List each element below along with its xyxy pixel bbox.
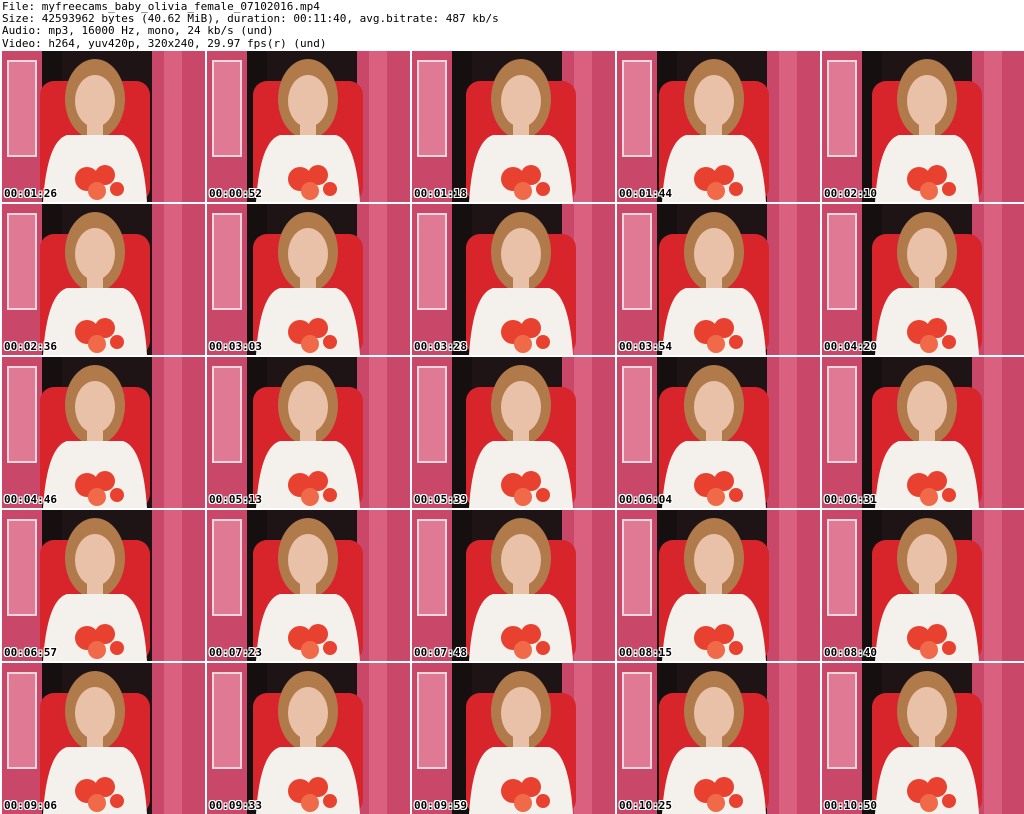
video-thumbnail: 00:04:20 (822, 204, 1024, 355)
timestamp-label: 00:06:31 (824, 493, 877, 506)
video-thumbnail: 00:08:15 (617, 510, 820, 661)
frame-image (412, 663, 615, 814)
frame-image (412, 510, 615, 661)
timestamp-label: 00:10:50 (824, 799, 877, 812)
frame-image (617, 357, 820, 508)
video-thumbnail: 00:01:26 (2, 51, 205, 202)
video-thumbnail: 00:07:23 (207, 510, 410, 661)
frame-image (2, 357, 205, 508)
timestamp-label: 00:07:48 (414, 646, 467, 659)
frame-image (207, 51, 410, 202)
frame-image (2, 204, 205, 355)
frame-image (207, 357, 410, 508)
video-thumbnail: 00:09:59 (412, 663, 615, 814)
frame-image (2, 51, 205, 202)
frame-image (822, 510, 1024, 661)
video-thumbnail: 00:08:40 (822, 510, 1024, 661)
video-thumbnail: 00:04:46 (2, 357, 205, 508)
timestamp-label: 00:04:20 (824, 340, 877, 353)
video-thumbnail: 00:09:06 (2, 663, 205, 814)
video-thumbnail: 00:07:48 (412, 510, 615, 661)
video-thumbnail: 00:06:31 (822, 357, 1024, 508)
video-thumbnail: 00:01:44 (617, 51, 820, 202)
timestamp-label: 00:03:54 (619, 340, 672, 353)
video-thumbnail: 00:00:52 (207, 51, 410, 202)
timestamp-label: 00:09:33 (209, 799, 262, 812)
video-thumbnail: 00:10:25 (617, 663, 820, 814)
frame-image (617, 663, 820, 814)
video-thumbnail: 00:05:13 (207, 357, 410, 508)
timestamp-label: 00:10:25 (619, 799, 672, 812)
timestamp-label: 00:01:18 (414, 187, 467, 200)
timestamp-label: 00:06:57 (4, 646, 57, 659)
video-thumbnail: 00:05:39 (412, 357, 615, 508)
frame-image (822, 51, 1024, 202)
frame-image (207, 663, 410, 814)
video-line: Video: h264, yuv420p, 320x240, 29.97 fps… (2, 36, 327, 50)
frame-image (412, 51, 615, 202)
video-thumbnail: 00:03:54 (617, 204, 820, 355)
frame-image (822, 357, 1024, 508)
timestamp-label: 00:06:04 (619, 493, 672, 506)
thumbnail-grid: 00:01:26 00:00:52 00:01:18 00:01:44 00:0… (0, 51, 1024, 814)
video-thumbnail: 00:06:57 (2, 510, 205, 661)
audio-line: Audio: mp3, 16000 Hz, mono, 24 kb/s (und… (2, 24, 274, 38)
timestamp-label: 00:01:26 (4, 187, 57, 200)
timestamp-label: 00:09:06 (4, 799, 57, 812)
video-thumbnail: 00:09:33 (207, 663, 410, 814)
video-thumbnail: 00:03:28 (412, 204, 615, 355)
frame-image (207, 510, 410, 661)
timestamp-label: 00:02:36 (4, 340, 57, 353)
frame-image (617, 510, 820, 661)
timestamp-label: 00:03:03 (209, 340, 262, 353)
video-thumbnail: 00:03:03 (207, 204, 410, 355)
timestamp-label: 00:08:40 (824, 646, 877, 659)
timestamp-label: 00:01:44 (619, 187, 672, 200)
frame-image (617, 204, 820, 355)
timestamp-label: 00:09:59 (414, 799, 467, 812)
timestamp-label: 00:03:28 (414, 340, 467, 353)
timestamp-label: 00:07:23 (209, 646, 262, 659)
video-thumbnail: 00:02:36 (2, 204, 205, 355)
file-info-header: File: myfreecams_baby_olivia_female_0710… (0, 0, 1024, 50)
frame-image (2, 663, 205, 814)
frame-image (207, 204, 410, 355)
video-thumbnail: 00:01:18 (412, 51, 615, 202)
timestamp-label: 00:05:39 (414, 493, 467, 506)
timestamp-label: 00:08:15 (619, 646, 672, 659)
timestamp-label: 00:02:10 (824, 187, 877, 200)
timestamp-label: 00:05:13 (209, 493, 262, 506)
timestamp-label: 00:04:46 (4, 493, 57, 506)
timestamp-label: 00:00:52 (209, 187, 262, 200)
video-thumbnail: 00:02:10 (822, 51, 1024, 202)
video-thumbnail: 00:10:50 (822, 663, 1024, 814)
frame-image (412, 357, 615, 508)
frame-image (412, 204, 615, 355)
frame-image (822, 663, 1024, 814)
frame-image (822, 204, 1024, 355)
video-thumbnail: 00:06:04 (617, 357, 820, 508)
frame-image (2, 510, 205, 661)
frame-image (617, 51, 820, 202)
